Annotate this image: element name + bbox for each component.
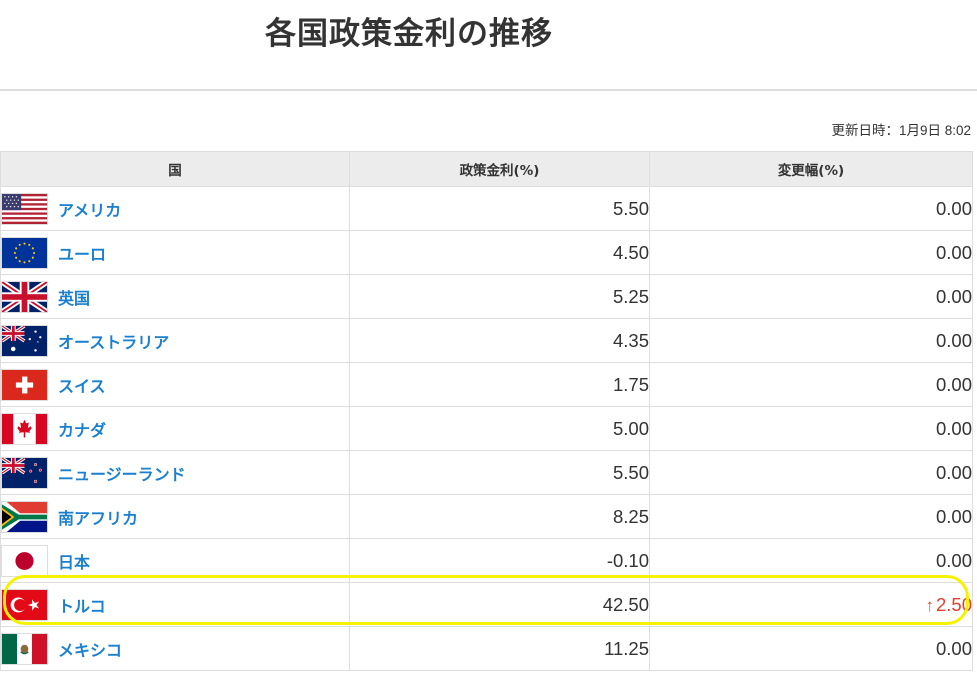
rate-value: 42.50 (349, 582, 650, 627)
country-link[interactable]: アメリカ (58, 197, 121, 221)
country-cell: アメリカ (0, 186, 350, 231)
rate-value: 5.25 (349, 274, 650, 319)
column-header-country: 国 (0, 151, 350, 187)
arrow-up-icon: ↑ (925, 595, 934, 615)
country-cell: メキシコ (0, 626, 350, 671)
table-row: 英国 5.25 0.00 (0, 274, 973, 319)
country-cell: トルコ (0, 582, 350, 627)
uk-flag-icon (1, 280, 48, 313)
table-row: ニュージーランド 5.50 0.00 (0, 450, 973, 495)
rate-value: 5.00 (349, 406, 650, 451)
australia-flag-icon (1, 324, 48, 357)
change-value: 0.00 (649, 406, 973, 451)
change-value: 0.00 (649, 362, 973, 407)
header-divider (0, 89, 977, 91)
table-row: 南アフリカ 8.25 0.00 (0, 494, 973, 539)
table-header-row: 国 政策金利(%) 変更幅(%) (0, 151, 973, 187)
switzerland-flag-icon (1, 368, 48, 401)
change-amount: 2.50 (935, 593, 972, 615)
eu-flag-icon (1, 236, 48, 269)
country-link[interactable]: カナダ (58, 417, 106, 441)
turkey-flag-icon (1, 588, 48, 621)
table-row: オーストラリア 4.35 0.00 (0, 318, 973, 363)
us-flag-icon (1, 192, 48, 225)
rate-value: 1.75 (349, 362, 650, 407)
change-value: 0.00 (649, 538, 973, 583)
country-cell: 南アフリカ (0, 494, 350, 539)
change-value: 0.00 (649, 626, 973, 671)
japan-flag-icon (1, 544, 48, 577)
table-row: アメリカ 5.50 0.00 (0, 186, 973, 231)
table-row: ユーロ 4.50 0.00 (0, 230, 973, 275)
country-link[interactable]: メキシコ (58, 637, 122, 661)
country-link[interactable]: 英国 (58, 285, 90, 309)
country-link[interactable]: トルコ (58, 593, 106, 617)
country-link[interactable]: ユーロ (58, 241, 106, 265)
table-row: 日本 -0.10 0.00 (0, 538, 973, 583)
country-cell: ユーロ (0, 230, 350, 275)
change-value: 0.00 (649, 318, 973, 363)
rate-value: -0.10 (349, 538, 650, 583)
country-cell: ニュージーランド (0, 450, 350, 495)
rate-value: 11.25 (349, 626, 650, 671)
rate-value: 4.50 (349, 230, 650, 275)
south-africa-flag-icon (1, 500, 48, 533)
column-header-change: 変更幅(%) (649, 151, 973, 187)
country-link[interactable]: スイス (58, 373, 106, 397)
country-cell: スイス (0, 362, 350, 407)
policy-rate-table: 国 政策金利(%) 変更幅(%) アメリカ 5.50 0.00 ユーロ 4.50… (0, 151, 973, 671)
change-value: ↑ 2.50 (649, 582, 973, 627)
country-link[interactable]: 南アフリカ (58, 505, 138, 529)
rate-value: 5.50 (349, 450, 650, 495)
column-header-rate: 政策金利(%) (349, 151, 650, 187)
country-link[interactable]: 日本 (58, 549, 90, 573)
country-cell: カナダ (0, 406, 350, 451)
rate-value: 5.50 (349, 186, 650, 231)
mexico-flag-icon (1, 632, 48, 665)
rate-value: 4.35 (349, 318, 650, 363)
table-row: カナダ 5.00 0.00 (0, 406, 973, 451)
table-row: メキシコ 11.25 0.00 (0, 626, 973, 671)
table-row: スイス 1.75 0.00 (0, 362, 973, 407)
page-title: 各国政策金利の推移 (265, 16, 553, 52)
country-link[interactable]: ニュージーランド (58, 461, 186, 485)
rate-value: 8.25 (349, 494, 650, 539)
change-value: 0.00 (649, 186, 973, 231)
change-value: 0.00 (649, 494, 973, 539)
country-cell: 英国 (0, 274, 350, 319)
country-link[interactable]: オーストラリア (58, 329, 169, 353)
updated-timestamp: 更新日時：1月9日 8:02 (831, 123, 971, 138)
new-zealand-flag-icon (1, 456, 48, 489)
table-row: トルコ 42.50 ↑ 2.50 (0, 582, 973, 627)
change-value: 0.00 (649, 450, 973, 495)
country-cell: 日本 (0, 538, 350, 583)
canada-flag-icon (1, 412, 48, 445)
change-value: 0.00 (649, 230, 973, 275)
country-cell: オーストラリア (0, 318, 350, 363)
change-value: 0.00 (649, 274, 973, 319)
